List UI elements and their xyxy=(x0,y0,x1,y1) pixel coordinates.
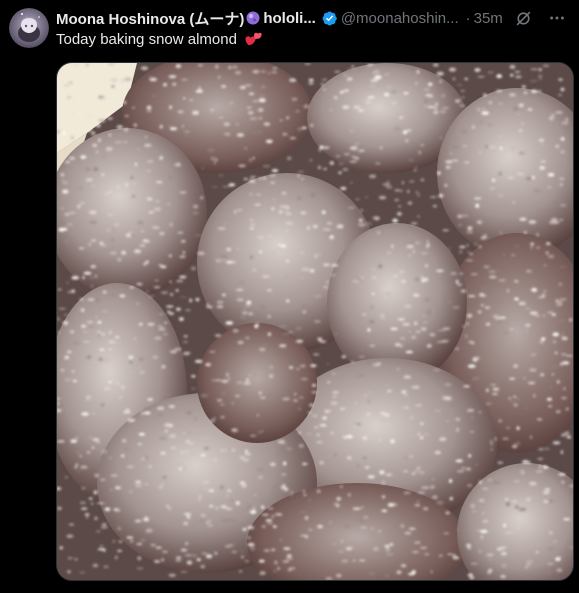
time-separator: · xyxy=(465,9,471,27)
photo-snow-almond-image xyxy=(57,63,573,580)
tweet-photo[interactable] xyxy=(56,62,574,581)
tweet-header: Moona Hoshinova (ムーナ) hololi... @moonaho… xyxy=(56,8,571,28)
tweet-text: Today baking snow almond xyxy=(56,31,262,48)
tweet-timestamp[interactable]: 35m xyxy=(474,10,503,27)
author-display-name-suffix[interactable]: hololi... xyxy=(263,10,316,27)
author-display-name[interactable]: Moona Hoshinova (ムーナ) xyxy=(56,8,244,29)
more-options-icon[interactable] xyxy=(548,9,566,27)
two-hearts-emoji xyxy=(245,32,262,46)
author-avatar[interactable] xyxy=(9,8,49,48)
author-handle[interactable]: @moonahoshin... xyxy=(341,10,459,27)
verified-badge-icon xyxy=(322,10,337,26)
grok-icon[interactable] xyxy=(515,10,532,27)
purple-orb-emoji-icon xyxy=(246,11,260,25)
tweet-text-content: Today baking snow almond xyxy=(56,31,237,48)
avatar-icon xyxy=(9,8,49,48)
